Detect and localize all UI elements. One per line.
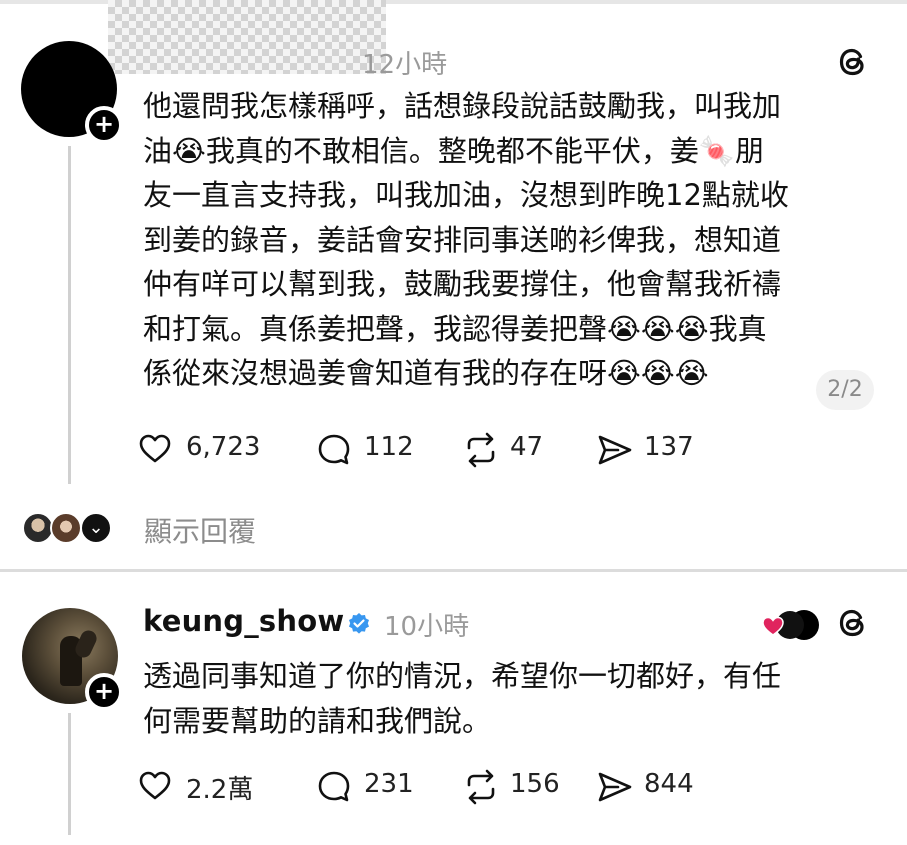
liked-by-author-icon [762, 610, 819, 640]
avatar-figure-arm [72, 627, 100, 661]
like-count: 2.2萬 [186, 775, 254, 805]
comment-icon [318, 434, 350, 465]
follow-plus-icon[interactable]: + [85, 106, 123, 144]
redacted-username [108, 0, 386, 74]
post-actions: 2.2萬 231 156 844 [138, 765, 838, 809]
thread-line [68, 146, 71, 484]
post-time: 10小時 [384, 612, 470, 642]
post-actions: 6,723 112 47 137 [138, 428, 838, 472]
like-count: 6,723 [186, 432, 261, 462]
send-icon [598, 772, 632, 802]
share-count: 844 [644, 769, 694, 799]
follow-plus-icon[interactable]: + [85, 673, 123, 711]
reply-button[interactable]: 231 [316, 765, 436, 809]
heart-icon [139, 434, 171, 463]
send-icon [598, 435, 632, 465]
threads-logo-icon[interactable] [835, 44, 871, 80]
share-button[interactable]: 137 [596, 428, 736, 472]
username[interactable]: keung_show [143, 604, 344, 638]
share-button[interactable]: 844 [596, 765, 736, 809]
thread-line [68, 713, 71, 835]
replier-avatar [50, 512, 82, 544]
heart-icon [139, 771, 171, 800]
reply-count: 112 [364, 432, 414, 462]
show-replies-link[interactable]: 顯示回覆 [144, 510, 256, 550]
page-indicator: 2/2 [816, 370, 874, 410]
repost-button[interactable]: 156 [462, 765, 582, 809]
repost-count: 156 [510, 769, 560, 799]
repost-icon [467, 769, 495, 805]
like-button[interactable]: 2.2萬 [138, 765, 288, 809]
like-button[interactable]: 6,723 [138, 428, 288, 472]
post-body: 他還問我怎樣稱呼，話想錄段說話鼓勵我，叫我加 油😭我真的不敢相信。整晚都不能平伏… [143, 89, 789, 390]
share-count: 137 [644, 432, 694, 462]
chevron-down-icon: ⌄ [80, 512, 112, 544]
show-replies-row[interactable]: ⌄ 顯示回覆 [22, 506, 322, 550]
comment-icon [318, 771, 350, 802]
repost-icon [467, 432, 495, 468]
repost-button[interactable]: 47 [462, 428, 582, 472]
threads-logo-icon[interactable] [835, 605, 871, 641]
verified-badge-icon [349, 613, 369, 634]
post-time: 12小時 [362, 50, 448, 80]
post-body: 透過同事知道了你的情況，希望你一切都好，有任 何需要幫助的請和我們說。 [143, 659, 782, 738]
reply-count: 231 [364, 769, 414, 799]
reply-button[interactable]: 112 [316, 428, 436, 472]
repost-count: 47 [510, 432, 544, 462]
